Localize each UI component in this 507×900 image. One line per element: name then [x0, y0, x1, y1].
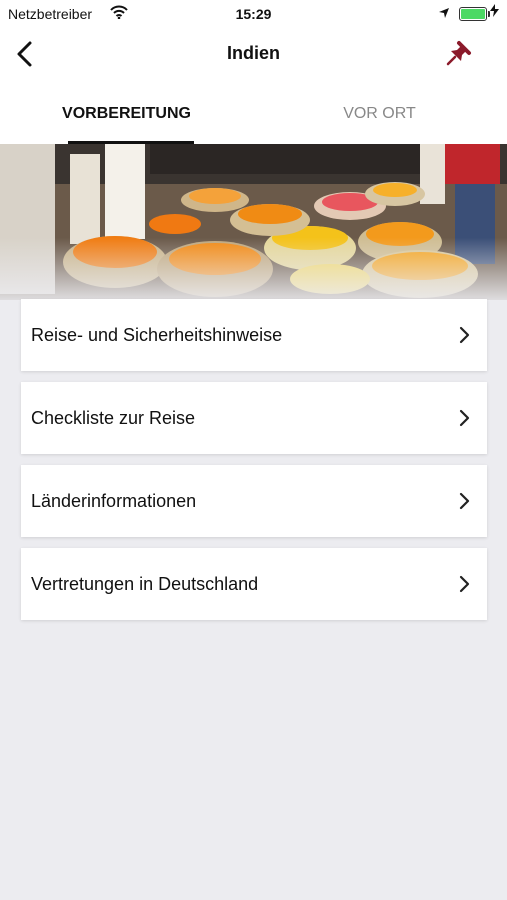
pushpin-icon [446, 41, 471, 66]
tab-vorbereitung[interactable]: VORBEREITUNG [0, 80, 253, 144]
flower-market-photo [0, 144, 507, 300]
navigation-bar: Indien [0, 28, 507, 80]
menu-item-vertretungen[interactable]: Vertretungen in Deutschland [21, 548, 487, 620]
menu-item-label: Länderinformationen [31, 491, 197, 511]
chevron-right-icon [459, 326, 470, 344]
tab-label: VORBEREITUNG [62, 105, 191, 122]
status-bar: Netzbetreiber 15:29 [0, 0, 507, 28]
tab-bar: VORBEREITUNG VOR ORT [0, 80, 507, 144]
page-title: Indien [227, 43, 280, 63]
menu-item-reise-sicherheitshinweise[interactable]: Reise- und Sicherheitshinweise [21, 299, 487, 371]
hero-image [0, 144, 507, 300]
menu-item-label: Checkliste zur Reise [31, 408, 196, 428]
chevron-right-icon [459, 409, 470, 427]
menu-item-label: Reise- und Sicherheitshinweise [31, 325, 283, 345]
menu-item-laenderinformationen[interactable]: Länderinformationen [21, 465, 487, 537]
pin-button[interactable] [440, 38, 474, 72]
chevron-right-icon [459, 492, 470, 510]
menu-item-label: Vertretungen in Deutschland [31, 574, 259, 594]
menu-item-checkliste[interactable]: Checkliste zur Reise [21, 382, 487, 454]
location-arrow-icon [438, 6, 450, 22]
tab-vor-ort[interactable]: VOR ORT [253, 80, 506, 144]
charging-bolt-icon [490, 4, 499, 20]
battery-icon [459, 7, 490, 21]
status-time: 15:29 [235, 6, 272, 22]
chevron-right-icon [459, 575, 470, 593]
tab-label: VOR ORT [343, 105, 416, 122]
